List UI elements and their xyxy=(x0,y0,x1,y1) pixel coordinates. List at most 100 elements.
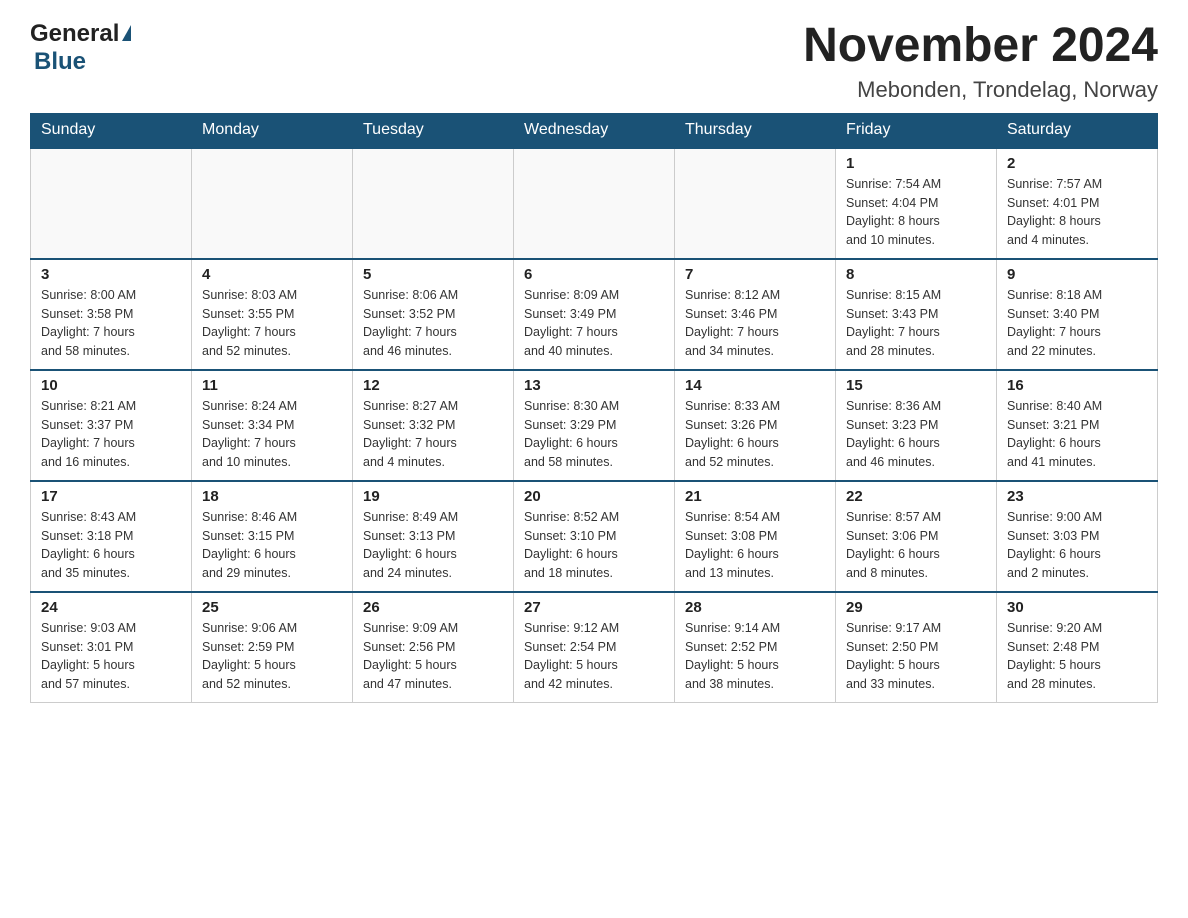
calendar-cell: 23 Sunrise: 9:00 AM Sunset: 3:03 PM Dayli… xyxy=(997,481,1158,592)
header-tuesday: Tuesday xyxy=(353,113,514,148)
day-number: 6 xyxy=(524,266,664,283)
calendar-cell: 20 Sunrise: 8:52 AM Sunset: 3:10 PM Dayli… xyxy=(514,481,675,592)
day-number: 4 xyxy=(202,266,342,283)
calendar-cell: 12 Sunrise: 8:27 AM Sunset: 3:32 PM Dayli… xyxy=(353,370,514,481)
day-info: Sunrise: 9:00 AM Sunset: 3:03 PM Dayligh… xyxy=(1007,508,1147,583)
calendar-cell: 17 Sunrise: 8:43 AM Sunset: 3:18 PM Dayli… xyxy=(31,481,192,592)
calendar-header: SundayMondayTuesdayWednesdayThursdayFrid… xyxy=(31,113,1158,148)
header-friday: Friday xyxy=(836,113,997,148)
day-info: Sunrise: 8:43 AM Sunset: 3:18 PM Dayligh… xyxy=(41,508,181,583)
day-info: Sunrise: 8:03 AM Sunset: 3:55 PM Dayligh… xyxy=(202,286,342,361)
day-number: 25 xyxy=(202,599,342,616)
calendar-cell: 8 Sunrise: 8:15 AM Sunset: 3:43 PM Daylig… xyxy=(836,259,997,370)
logo-arrow-icon xyxy=(122,25,131,41)
day-info: Sunrise: 9:20 AM Sunset: 2:48 PM Dayligh… xyxy=(1007,619,1147,694)
day-number: 16 xyxy=(1007,377,1147,394)
calendar-week-1: 3 Sunrise: 8:00 AM Sunset: 3:58 PM Daylig… xyxy=(31,259,1158,370)
calendar-cell xyxy=(31,148,192,259)
day-info: Sunrise: 8:09 AM Sunset: 3:49 PM Dayligh… xyxy=(524,286,664,361)
day-info: Sunrise: 7:57 AM Sunset: 4:01 PM Dayligh… xyxy=(1007,175,1147,250)
day-info: Sunrise: 8:49 AM Sunset: 3:13 PM Dayligh… xyxy=(363,508,503,583)
calendar-cell: 2 Sunrise: 7:57 AM Sunset: 4:01 PM Daylig… xyxy=(997,148,1158,259)
day-number: 2 xyxy=(1007,155,1147,172)
day-info: Sunrise: 9:17 AM Sunset: 2:50 PM Dayligh… xyxy=(846,619,986,694)
day-number: 10 xyxy=(41,377,181,394)
calendar-subtitle: Mebonden, Trondelag, Norway xyxy=(803,77,1158,103)
day-number: 30 xyxy=(1007,599,1147,616)
calendar-cell: 6 Sunrise: 8:09 AM Sunset: 3:49 PM Daylig… xyxy=(514,259,675,370)
day-number: 17 xyxy=(41,488,181,505)
day-number: 21 xyxy=(685,488,825,505)
day-number: 19 xyxy=(363,488,503,505)
calendar-cell: 27 Sunrise: 9:12 AM Sunset: 2:54 PM Dayli… xyxy=(514,592,675,703)
title-block: November 2024 Mebonden, Trondelag, Norwa… xyxy=(803,20,1158,103)
day-number: 9 xyxy=(1007,266,1147,283)
calendar-cell: 30 Sunrise: 9:20 AM Sunset: 2:48 PM Dayli… xyxy=(997,592,1158,703)
calendar-cell: 1Sunrise: 7:54 AM Sunset: 4:04 PM Daylig… xyxy=(836,148,997,259)
calendar-cell: 10 Sunrise: 8:21 AM Sunset: 3:37 PM Dayli… xyxy=(31,370,192,481)
day-info: Sunrise: 8:15 AM Sunset: 3:43 PM Dayligh… xyxy=(846,286,986,361)
day-info: Sunrise: 8:54 AM Sunset: 3:08 PM Dayligh… xyxy=(685,508,825,583)
day-info: Sunrise: 8:33 AM Sunset: 3:26 PM Dayligh… xyxy=(685,397,825,472)
calendar-cell: 21 Sunrise: 8:54 AM Sunset: 3:08 PM Dayli… xyxy=(675,481,836,592)
day-info: Sunrise: 8:30 AM Sunset: 3:29 PM Dayligh… xyxy=(524,397,664,472)
calendar-body: 1Sunrise: 7:54 AM Sunset: 4:04 PM Daylig… xyxy=(31,148,1158,703)
logo-general-text: General xyxy=(30,20,119,48)
calendar-week-2: 10 Sunrise: 8:21 AM Sunset: 3:37 PM Dayli… xyxy=(31,370,1158,481)
calendar-cell: 18 Sunrise: 8:46 AM Sunset: 3:15 PM Dayli… xyxy=(192,481,353,592)
day-number: 1 xyxy=(846,155,986,172)
calendar-title: November 2024 xyxy=(803,20,1158,73)
calendar-cell: 28Sunrise: 9:14 AM Sunset: 2:52 PM Dayli… xyxy=(675,592,836,703)
day-number: 26 xyxy=(363,599,503,616)
header-row: SundayMondayTuesdayWednesdayThursdayFrid… xyxy=(31,113,1158,148)
day-info: Sunrise: 8:21 AM Sunset: 3:37 PM Dayligh… xyxy=(41,397,181,472)
calendar-cell: 4 Sunrise: 8:03 AM Sunset: 3:55 PM Daylig… xyxy=(192,259,353,370)
calendar-cell: 3 Sunrise: 8:00 AM Sunset: 3:58 PM Daylig… xyxy=(31,259,192,370)
day-info: Sunrise: 9:14 AM Sunset: 2:52 PM Dayligh… xyxy=(685,619,825,694)
day-info: Sunrise: 8:12 AM Sunset: 3:46 PM Dayligh… xyxy=(685,286,825,361)
header-saturday: Saturday xyxy=(997,113,1158,148)
calendar-cell: 13 Sunrise: 8:30 AM Sunset: 3:29 PM Dayli… xyxy=(514,370,675,481)
day-number: 3 xyxy=(41,266,181,283)
day-info: Sunrise: 8:00 AM Sunset: 3:58 PM Dayligh… xyxy=(41,286,181,361)
calendar-cell: 5Sunrise: 8:06 AM Sunset: 3:52 PM Daylig… xyxy=(353,259,514,370)
day-info: Sunrise: 9:12 AM Sunset: 2:54 PM Dayligh… xyxy=(524,619,664,694)
day-info: Sunrise: 9:03 AM Sunset: 3:01 PM Dayligh… xyxy=(41,619,181,694)
day-info: Sunrise: 8:27 AM Sunset: 3:32 PM Dayligh… xyxy=(363,397,503,472)
day-number: 12 xyxy=(363,377,503,394)
calendar-cell: 16 Sunrise: 8:40 AM Sunset: 3:21 PM Dayli… xyxy=(997,370,1158,481)
day-number: 7 xyxy=(685,266,825,283)
calendar-cell: 7 Sunrise: 8:12 AM Sunset: 3:46 PM Daylig… xyxy=(675,259,836,370)
calendar-cell: 29Sunrise: 9:17 AM Sunset: 2:50 PM Dayli… xyxy=(836,592,997,703)
calendar-cell: 22Sunrise: 8:57 AM Sunset: 3:06 PM Dayli… xyxy=(836,481,997,592)
header-wednesday: Wednesday xyxy=(514,113,675,148)
header-monday: Monday xyxy=(192,113,353,148)
calendar-cell: 19 Sunrise: 8:49 AM Sunset: 3:13 PM Dayli… xyxy=(353,481,514,592)
day-number: 11 xyxy=(202,377,342,394)
day-info: Sunrise: 8:40 AM Sunset: 3:21 PM Dayligh… xyxy=(1007,397,1147,472)
day-number: 18 xyxy=(202,488,342,505)
day-info: Sunrise: 8:46 AM Sunset: 3:15 PM Dayligh… xyxy=(202,508,342,583)
day-number: 24 xyxy=(41,599,181,616)
calendar-cell xyxy=(675,148,836,259)
day-info: Sunrise: 8:52 AM Sunset: 3:10 PM Dayligh… xyxy=(524,508,664,583)
day-number: 13 xyxy=(524,377,664,394)
day-info: Sunrise: 8:57 AM Sunset: 3:06 PM Dayligh… xyxy=(846,508,986,583)
calendar-cell: 25 Sunrise: 9:06 AM Sunset: 2:59 PM Dayli… xyxy=(192,592,353,703)
day-info: Sunrise: 8:36 AM Sunset: 3:23 PM Dayligh… xyxy=(846,397,986,472)
day-number: 20 xyxy=(524,488,664,505)
calendar-cell xyxy=(353,148,514,259)
day-number: 14 xyxy=(685,377,825,394)
calendar-table: SundayMondayTuesdayWednesdayThursdayFrid… xyxy=(30,113,1158,703)
page-header: General Blue November 2024 Mebonden, Tro… xyxy=(30,20,1158,103)
calendar-cell: 26 Sunrise: 9:09 AM Sunset: 2:56 PM Dayli… xyxy=(353,592,514,703)
day-number: 15 xyxy=(846,377,986,394)
calendar-cell: 11Sunrise: 8:24 AM Sunset: 3:34 PM Dayli… xyxy=(192,370,353,481)
day-number: 27 xyxy=(524,599,664,616)
day-info: Sunrise: 8:06 AM Sunset: 3:52 PM Dayligh… xyxy=(363,286,503,361)
day-info: Sunrise: 9:09 AM Sunset: 2:56 PM Dayligh… xyxy=(363,619,503,694)
day-number: 23 xyxy=(1007,488,1147,505)
day-number: 8 xyxy=(846,266,986,283)
header-thursday: Thursday xyxy=(675,113,836,148)
day-info: Sunrise: 9:06 AM Sunset: 2:59 PM Dayligh… xyxy=(202,619,342,694)
